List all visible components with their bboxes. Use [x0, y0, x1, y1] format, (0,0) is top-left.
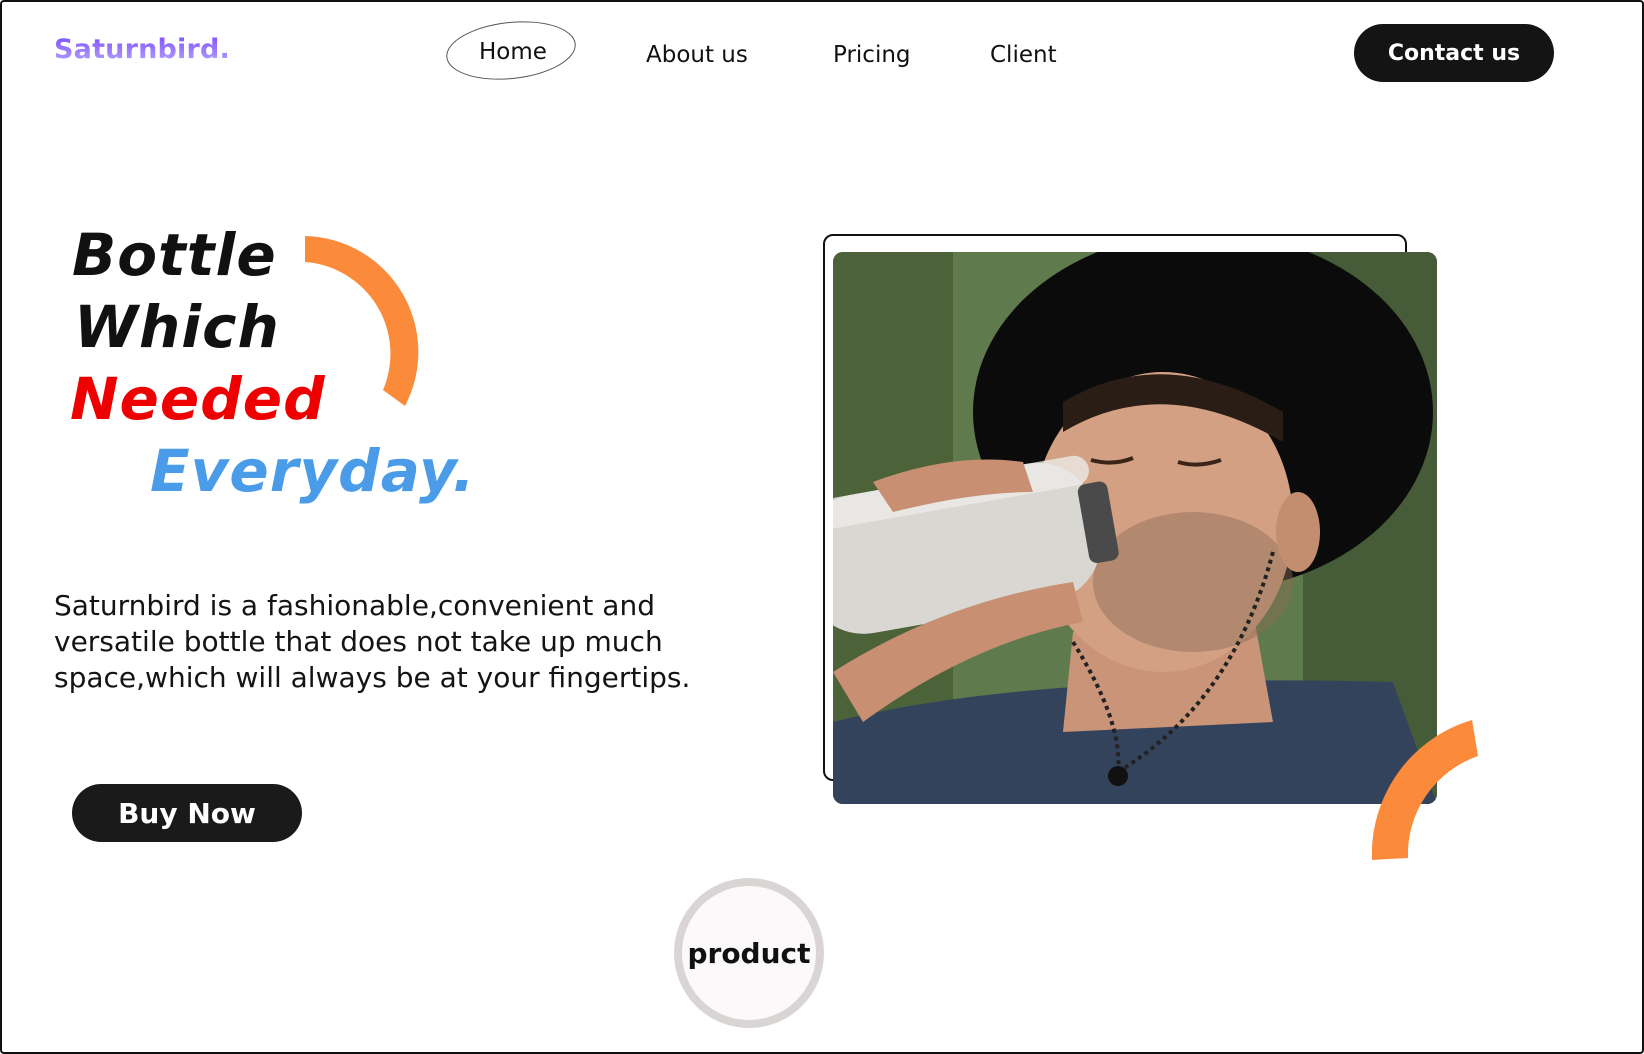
hero-photo	[833, 252, 1437, 804]
nav-pricing[interactable]: Pricing	[833, 42, 911, 68]
buy-now-button[interactable]: Buy Now	[72, 784, 302, 842]
headline-line-3: Needed	[70, 365, 326, 433]
nav-client[interactable]: Client	[990, 42, 1057, 68]
contact-us-button[interactable]: Contact us	[1354, 24, 1554, 82]
nav-home[interactable]: Home	[479, 39, 547, 65]
hero-description: Saturnbird is a fashionable,convenient a…	[54, 589, 691, 694]
headline-line-2: Which	[74, 293, 280, 361]
nav-about-us[interactable]: About us	[646, 42, 748, 68]
orange-arc-decoration-top	[305, 236, 419, 406]
headline-line-4: Everyday.	[150, 437, 476, 505]
man-drinking-illustration	[833, 252, 1437, 804]
orange-arc-decoration-bottom	[1372, 720, 1478, 860]
product-badge[interactable]: product	[674, 878, 824, 1028]
headline-line-1: Bottle	[72, 221, 277, 289]
brand-logo[interactable]: Saturnbird.	[54, 34, 230, 65]
